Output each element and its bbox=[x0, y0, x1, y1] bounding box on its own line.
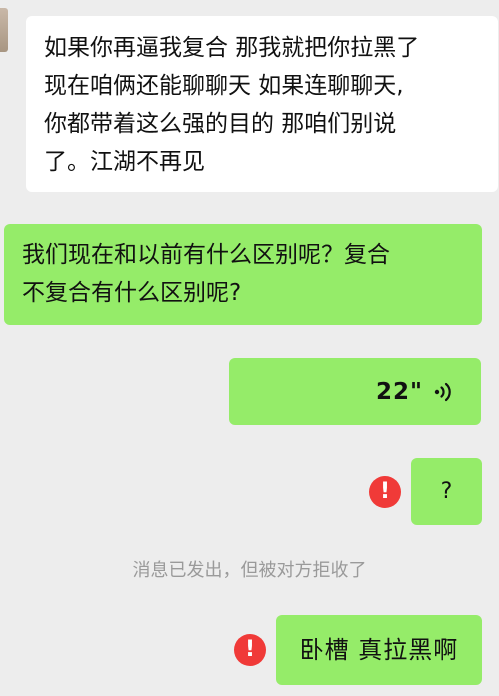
message-line: 你都带着这么强的目的 那咱们别说 bbox=[44, 111, 397, 137]
system-notice: 消息已发出，但被对方拒收了 bbox=[132, 560, 367, 581]
message-line: 现在咱俩还能聊聊天 如果连聊聊天, bbox=[44, 73, 404, 99]
voice-message-bubble[interactable]: 22" bbox=[229, 358, 481, 425]
exclamation-circle-icon[interactable]: ! bbox=[369, 476, 401, 508]
contact-avatar[interactable] bbox=[0, 8, 8, 52]
outgoing-message-bubble[interactable]: 卧槽 真拉黑啊 bbox=[276, 615, 482, 685]
message-line: 我们现在和以前有什么区别呢？复合 bbox=[22, 242, 390, 268]
message-text: ? bbox=[440, 478, 453, 504]
message-text: 卧槽 真拉黑啊 bbox=[299, 636, 459, 664]
incoming-message-bubble[interactable]: 如果你再逼我复合 那我就把你拉黑了 现在咱俩还能聊聊天 如果连聊聊天, 你都带着… bbox=[26, 16, 498, 192]
voice-wave-icon bbox=[434, 382, 451, 401]
outgoing-message-bubble[interactable]: 我们现在和以前有什么区别呢？复合 不复合有什么区别呢? bbox=[4, 224, 482, 325]
message-line: 不复合有什么区别呢? bbox=[22, 280, 242, 306]
exclamation-circle-icon[interactable]: ! bbox=[234, 634, 266, 666]
message-line: 如果你再逼我复合 那我就把你拉黑了 bbox=[44, 35, 420, 61]
message-line: 了。江湖不再见 bbox=[44, 149, 205, 175]
voice-duration: 22" bbox=[376, 378, 423, 405]
outgoing-message-bubble[interactable]: ? bbox=[411, 458, 482, 525]
